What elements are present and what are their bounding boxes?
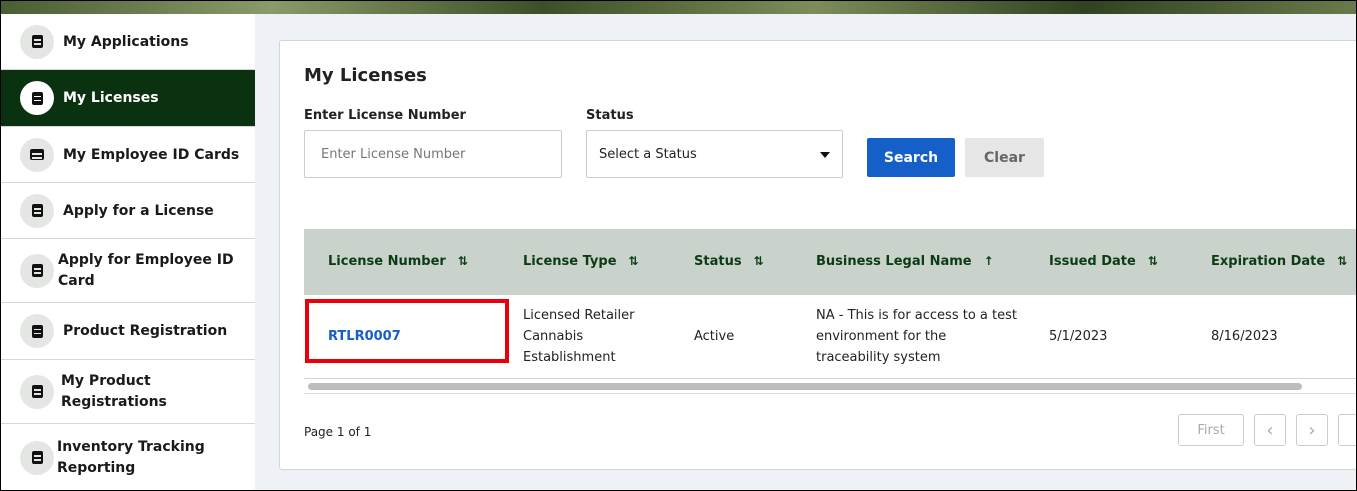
sort-icon: ⇅ [753, 254, 764, 268]
page-title: My Licenses [304, 65, 427, 86]
header-banner-image [0, 0, 1357, 14]
document-icon [20, 253, 54, 288]
license-number-label: Enter License Number [304, 108, 466, 123]
next-page-button[interactable]: › [1296, 414, 1328, 446]
license-number-input[interactable]: Enter License Number [304, 130, 562, 178]
status-cell: Active [694, 329, 735, 344]
status-label: Status [586, 108, 634, 123]
last-page-button[interactable] [1338, 414, 1357, 446]
document-icon [20, 24, 54, 59]
id-card-icon [20, 137, 54, 172]
sidebar-item-apply-for-license[interactable]: Apply for a License [0, 183, 255, 239]
status-select-value: Select a Status [599, 146, 697, 162]
document-icon [20, 193, 54, 228]
sort-icon: ⇅ [457, 254, 468, 268]
sidebar-item-apply-for-employee-id-card[interactable]: Apply for Employee ID Card [0, 239, 255, 303]
license-number-link[interactable]: RTLR0007 [328, 326, 401, 347]
column-business-legal-name[interactable]: Business Legal Name ↑ [816, 254, 994, 269]
column-issued-date[interactable]: Issued Date ⇅ [1049, 254, 1158, 269]
scrollbar-thumb[interactable] [308, 383, 1302, 390]
expiration-date-cell: 8/16/2023 [1211, 329, 1278, 344]
sidebar-item-label: My Product Registrations [61, 372, 167, 410]
column-status[interactable]: Status ⇅ [694, 254, 764, 269]
column-license-type[interactable]: License Type ⇅ [523, 254, 639, 269]
license-type-cell: Licensed Retailer Cannabis Establishment [523, 308, 635, 365]
sort-icon: ⇅ [1337, 254, 1348, 268]
sidebar-item-label: My Licenses [63, 90, 159, 106]
sidebar-item-label: My Employee ID Cards [63, 146, 240, 163]
document-icon [20, 374, 54, 409]
column-expiration-date[interactable]: Expiration Date ⇅ [1211, 254, 1347, 269]
sidebar-item-label: My Applications [63, 33, 189, 50]
search-button[interactable]: Search [867, 138, 955, 177]
sort-icon: ⇅ [628, 254, 639, 268]
main-content: My Licenses Enter License Number Enter L… [255, 14, 1357, 491]
clear-button[interactable]: Clear [965, 138, 1044, 177]
sidebar-item-my-applications[interactable]: My Applications [0, 14, 255, 70]
sidebar-item-label: Apply for a License [63, 202, 214, 219]
sidebar-item-product-registration[interactable]: Product Registration [0, 303, 255, 360]
sort-icon: ⇅ [1147, 254, 1158, 268]
column-license-number[interactable]: License Number ⇅ [328, 254, 468, 269]
sidebar-item-my-product-registrations[interactable]: My Product Registrations [0, 360, 255, 424]
sidebar-item-label: Product Registration [63, 323, 228, 339]
sidebar-item-my-employee-id-cards[interactable]: My Employee ID Cards [0, 127, 255, 183]
document-icon [20, 440, 54, 475]
licenses-card: My Licenses Enter License Number Enter L… [279, 40, 1357, 470]
sort-asc-icon: ↑ [983, 254, 994, 268]
status-select[interactable]: Select a Status [586, 130, 843, 178]
page-info: Page 1 of 1 [304, 425, 372, 439]
horizontal-scrollbar[interactable] [304, 379, 1357, 394]
document-icon [20, 314, 54, 348]
table-header: License Number ⇅ License Type ⇅ Status ⇅ Bu… [304, 229, 1357, 295]
table-row: RTLR0007 Licensed Retailer Cannabis Esta… [304, 295, 1357, 379]
sidebar: My Applications My Licenses My Employee … [0, 14, 255, 491]
prev-page-button[interactable]: ‹ [1254, 414, 1286, 446]
business-legal-name-cell: NA - This is for access to a test enviro… [816, 308, 1017, 365]
sidebar-item-label: Inventory Tracking Reporting [57, 438, 205, 476]
issued-date-cell: 5/1/2023 [1049, 329, 1108, 344]
sidebar-item-label: Apply for Employee ID Card [58, 251, 234, 289]
first-page-button[interactable]: First [1178, 414, 1244, 446]
sidebar-item-my-licenses[interactable]: My Licenses [0, 70, 255, 127]
document-icon [20, 81, 54, 115]
caret-down-icon [820, 152, 830, 158]
sidebar-item-inventory-tracking-reporting[interactable]: Inventory Tracking Reporting [0, 424, 255, 491]
